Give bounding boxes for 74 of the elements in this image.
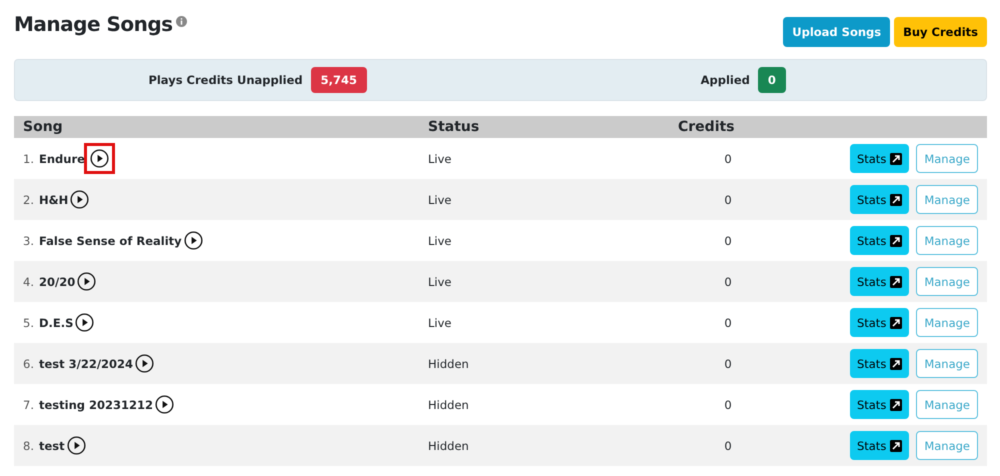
play-button[interactable]: [155, 395, 174, 414]
status-text: Live: [428, 152, 452, 166]
status-text: Hidden: [428, 356, 470, 370]
count-badge: 5,745: [310, 67, 368, 93]
play-icon: [70, 190, 90, 209]
row-number: 8.: [23, 438, 34, 452]
column-header: Song: [23, 119, 64, 135]
credits-value: 0: [723, 274, 733, 288]
play-icon: [77, 272, 96, 291]
external-link-icon: [890, 316, 902, 328]
play-icon: [184, 231, 203, 250]
stats-button[interactable]: Stats: [850, 390, 910, 419]
credits-value: 0: [723, 398, 733, 412]
column-header: Credits: [678, 119, 736, 135]
play-button[interactable]: [70, 190, 90, 209]
external-link-icon: [890, 440, 902, 452]
count-badge: 0: [758, 67, 786, 93]
buy-button[interactable]: Buy Credits: [894, 17, 987, 47]
row-number: 6.: [23, 356, 34, 370]
external-link-icon: [890, 276, 902, 288]
play-icon: [90, 149, 109, 168]
stats-button[interactable]: Stats: [850, 144, 910, 173]
external-link-icon: [890, 234, 902, 246]
play-icon: [75, 313, 94, 332]
credits-value: 0: [723, 192, 733, 206]
external-link-icon: [890, 398, 902, 410]
play-button[interactable]: [84, 143, 115, 174]
play-button[interactable]: [66, 436, 86, 455]
song-name: test: [38, 438, 65, 452]
info-icon[interactable]: [176, 16, 187, 27]
play-icon: [155, 395, 174, 414]
stats-button[interactable]: Stats: [850, 431, 910, 460]
status-text: Hidden: [428, 438, 470, 452]
credits-value: 0: [723, 234, 733, 248]
song-name: False Sense of Reality: [38, 234, 182, 248]
credits-value: 0: [723, 316, 733, 330]
row-number: 3.: [23, 234, 34, 248]
song-name: D.E.S: [38, 316, 74, 330]
credits-value: 0: [723, 356, 733, 370]
external-link-icon: [890, 194, 902, 206]
row-number: 7.: [23, 398, 34, 412]
row-number: 2.: [23, 192, 34, 206]
status-text: Live: [428, 192, 452, 206]
summary-label: Plays Credits Unapplied: [148, 73, 303, 87]
page-title: Manage Songs: [14, 12, 173, 36]
status-text: Live: [428, 234, 452, 248]
status-text: Live: [428, 274, 452, 288]
external-link-icon: [890, 152, 902, 164]
stats-button[interactable]: Stats: [850, 226, 910, 255]
status-text: Hidden: [428, 398, 470, 412]
row-number: 5.: [23, 316, 34, 330]
song-name: testing 20231212: [38, 398, 154, 412]
play-button[interactable]: [184, 231, 203, 250]
stats-button[interactable]: Stats: [850, 185, 910, 214]
stats-button[interactable]: Stats: [850, 267, 910, 296]
column-header: Status: [428, 119, 480, 135]
stats-button[interactable]: Stats: [850, 349, 910, 378]
song-name: Endure: [38, 152, 85, 166]
credits-value: 0: [723, 152, 733, 166]
summary-label: Applied: [700, 73, 750, 87]
external-link-icon: [890, 358, 902, 370]
status-text: Live: [428, 316, 452, 330]
play-icon: [66, 436, 86, 455]
song-name: 20/20: [38, 274, 76, 288]
row-number: 4.: [23, 274, 34, 288]
song-name: test 3/22/2024: [38, 356, 134, 370]
song-name: H&H: [38, 192, 68, 206]
credits-value: 0: [723, 438, 733, 452]
play-icon: [135, 354, 154, 373]
play-button[interactable]: [75, 313, 94, 332]
play-button[interactable]: [135, 354, 154, 373]
stats-button[interactable]: Stats: [850, 308, 910, 337]
play-button[interactable]: [77, 272, 96, 291]
row-number: 1.: [23, 152, 34, 166]
